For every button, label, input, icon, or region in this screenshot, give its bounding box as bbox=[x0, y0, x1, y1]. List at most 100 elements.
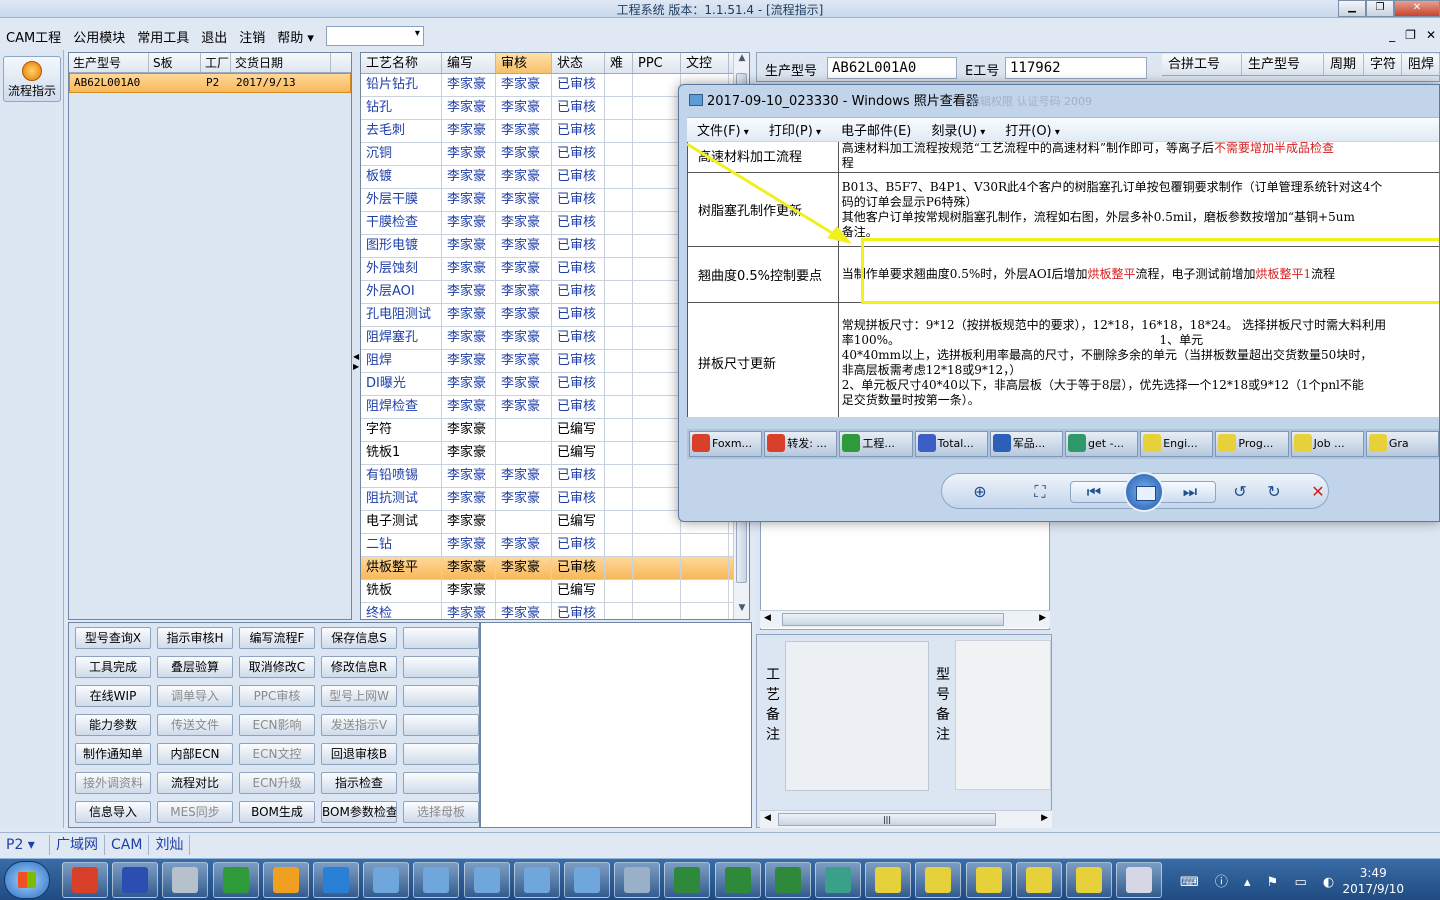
viewer-thumbnail[interactable]: Total... bbox=[914, 431, 988, 457]
menu-logout[interactable]: 注销 bbox=[233, 27, 271, 46]
taskbar-x-app2-button[interactable] bbox=[915, 862, 962, 898]
action-button-4-2[interactable]: ECN文控 bbox=[239, 743, 315, 765]
tray-icons[interactable]: ⌨ ⓘ ▴ ⚑ ▭ ◐ bbox=[1180, 871, 1340, 890]
table-row[interactable]: 烘板整平 李家豪 李家豪 已审核 bbox=[361, 557, 749, 580]
action-button-0-3[interactable]: 保存信息S bbox=[321, 627, 397, 649]
menu-common-module[interactable]: 公用模块 bbox=[67, 27, 131, 46]
start-button[interactable] bbox=[4, 861, 50, 899]
action-button-5-1[interactable]: 流程对比 bbox=[157, 772, 233, 794]
col-merge-model[interactable]: 生产型号 bbox=[1242, 54, 1324, 75]
action-button-1-1[interactable]: 叠层验算 bbox=[157, 656, 233, 678]
viewer-menu-print[interactable]: 打印(P) bbox=[759, 120, 831, 139]
taskbar-window3-button[interactable] bbox=[463, 862, 510, 898]
minimize-button[interactable]: ▁ bbox=[1338, 0, 1366, 17]
menu-cam[interactable]: CAM工程 bbox=[0, 27, 67, 46]
mdi-close-button[interactable]: ✕ bbox=[1426, 28, 1436, 42]
taskbar-text-app-button[interactable] bbox=[1116, 862, 1163, 898]
viewer-thumbnail[interactable]: Gra bbox=[1365, 431, 1439, 457]
viewer-thumbnail[interactable]: 工程... bbox=[839, 431, 913, 457]
scroll-thumb[interactable] bbox=[782, 613, 1004, 626]
taskbar-x-app5-button[interactable] bbox=[1066, 862, 1112, 898]
viewer-menu-open[interactable]: 打开(O) bbox=[995, 120, 1070, 139]
action-button-3-2[interactable]: ECN影响 bbox=[239, 714, 315, 736]
splitter[interactable]: ◀ ▶ bbox=[352, 52, 360, 620]
action-button-1-0[interactable]: 工具完成 bbox=[75, 656, 151, 678]
menu-tools[interactable]: 常用工具 bbox=[131, 27, 195, 46]
action-button-1-4[interactable] bbox=[403, 656, 479, 678]
viewer-thumbnail[interactable]: Job ... bbox=[1290, 431, 1364, 457]
action-button-1-3[interactable]: 修改信息R bbox=[321, 656, 397, 678]
col-difficulty[interactable]: 难 bbox=[605, 53, 633, 73]
action-button-6-3[interactable]: BOM参数检查 bbox=[321, 801, 397, 823]
action-button-2-2[interactable]: PPC审核 bbox=[239, 685, 315, 707]
taskbar-f-app-button[interactable] bbox=[313, 862, 359, 898]
viewer-thumbnail[interactable]: get -... bbox=[1065, 431, 1139, 457]
viewer-menu-file[interactable]: 文件(F) bbox=[687, 120, 759, 139]
close-button[interactable]: ✕ bbox=[1394, 0, 1440, 17]
col-char[interactable]: 字符 bbox=[1364, 54, 1402, 75]
action-button-3-0[interactable]: 能力参数 bbox=[75, 714, 151, 736]
taskbar-x-app3-button[interactable] bbox=[965, 862, 1012, 898]
restore-button[interactable]: ❐ bbox=[1366, 0, 1394, 17]
action-button-5-0[interactable]: 接外调资料 bbox=[75, 772, 151, 794]
status-factory[interactable]: P2 ▾ bbox=[0, 834, 50, 855]
slideshow-icon[interactable] bbox=[1124, 472, 1164, 512]
taskbar-x-app1-button[interactable] bbox=[865, 862, 912, 898]
col-factory[interactable]: 工厂 bbox=[201, 53, 231, 72]
viewer-menu-burn[interactable]: 刻录(U) bbox=[921, 120, 995, 139]
notes-hscroll[interactable]: ||| ◀ ▶ bbox=[760, 810, 1052, 828]
rotate-left-icon[interactable]: ↺ bbox=[1228, 480, 1252, 504]
scroll-left-icon[interactable]: ◀ bbox=[764, 813, 771, 823]
scroll-up-icon[interactable]: ▲ bbox=[734, 53, 749, 69]
action-button-2-4[interactable] bbox=[403, 685, 479, 707]
menu-help[interactable]: 帮助 ▾ bbox=[271, 27, 320, 46]
action-button-0-2[interactable]: 编写流程F bbox=[239, 627, 315, 649]
col-doc-control[interactable]: 文控 bbox=[681, 53, 729, 73]
col-ppc[interactable]: PPC bbox=[633, 53, 681, 73]
delete-icon[interactable]: ✕ bbox=[1306, 480, 1330, 504]
fit-icon[interactable]: ⛶ bbox=[1028, 480, 1052, 504]
table-row[interactable]: 终检 李家豪 李家豪 已审核 bbox=[361, 603, 749, 619]
col-merge-no[interactable]: 合拼工号 bbox=[1162, 54, 1242, 75]
taskbar-save-button[interactable] bbox=[112, 862, 159, 898]
viewer-menu-email[interactable]: 电子邮件(E) bbox=[831, 120, 921, 139]
taskbar-p-app-button[interactable] bbox=[212, 862, 259, 898]
scroll-right-icon[interactable]: ▶ bbox=[1041, 813, 1048, 823]
taskbar-excel2-button[interactable] bbox=[714, 862, 761, 898]
flow-instruction-button[interactable]: 流程指示 bbox=[3, 56, 61, 102]
viewer-thumbnail[interactable]: 军品... bbox=[989, 431, 1064, 457]
taskbar-scanner-button[interactable] bbox=[162, 862, 209, 898]
col-model[interactable]: 生产型号 bbox=[69, 53, 149, 72]
action-button-3-1[interactable]: 传送文件 bbox=[157, 714, 233, 736]
action-button-3-4[interactable] bbox=[403, 714, 479, 736]
taskbar-window5-button[interactable] bbox=[564, 862, 610, 898]
scroll-right-icon[interactable]: ▶ bbox=[1039, 613, 1046, 623]
rotate-right-icon[interactable]: ↻ bbox=[1262, 480, 1286, 504]
mdi-restore-button[interactable]: ❐ bbox=[1405, 28, 1416, 42]
col-s[interactable]: S板 bbox=[149, 53, 201, 72]
next-icon[interactable]: ⏭ bbox=[1178, 480, 1202, 504]
action-button-0-4[interactable] bbox=[403, 627, 479, 649]
taskbar-x-app4-button[interactable] bbox=[1015, 862, 1062, 898]
table-row[interactable]: 铣板 李家豪 已编写 bbox=[361, 580, 749, 603]
action-button-1-2[interactable]: 取消修改C bbox=[239, 656, 315, 678]
viewer-thumbnail[interactable]: Prog... bbox=[1215, 431, 1289, 457]
mdi-minimize-button[interactable]: _ bbox=[1389, 28, 1395, 42]
action-button-2-1[interactable]: 调单导入 bbox=[157, 685, 233, 707]
model-field[interactable]: AB62L001A0 bbox=[827, 57, 957, 79]
taskbar-window4-button[interactable] bbox=[513, 862, 560, 898]
e-number-field[interactable]: 117962 bbox=[1005, 57, 1147, 79]
taskbar-window2-button[interactable] bbox=[413, 862, 460, 898]
scroll-left-icon[interactable]: ◀ bbox=[764, 613, 771, 623]
action-button-2-0[interactable]: 在线WIP bbox=[75, 685, 151, 707]
action-button-0-0[interactable]: 型号查询X bbox=[75, 627, 151, 649]
taskbar-viewer-button[interactable] bbox=[815, 862, 861, 898]
viewer-thumbnail[interactable]: 转发: ... bbox=[764, 431, 838, 457]
col-status[interactable]: 状态 bbox=[552, 53, 605, 73]
taskbar-shell-button[interactable] bbox=[262, 862, 309, 898]
col-writer[interactable]: 编写 bbox=[442, 53, 496, 73]
action-button-4-1[interactable]: 内部ECN bbox=[157, 743, 233, 765]
action-button-0-1[interactable]: 指示审核H bbox=[157, 627, 233, 649]
col-cycle[interactable]: 周期 bbox=[1324, 54, 1364, 75]
prev-icon[interactable]: ⏮ bbox=[1082, 480, 1106, 504]
